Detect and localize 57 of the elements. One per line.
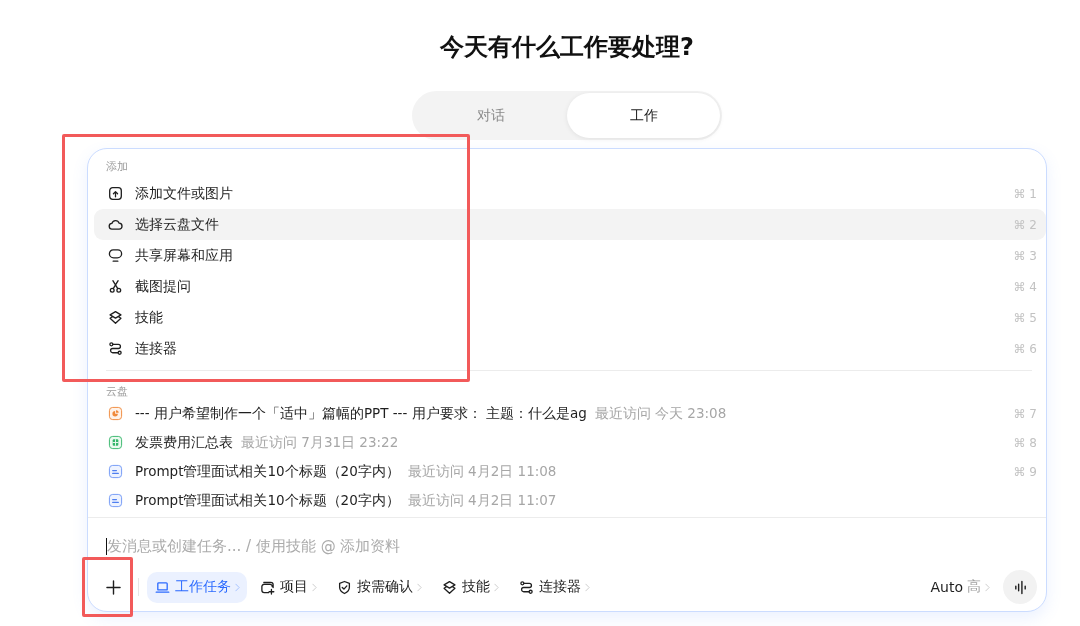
cloud-icon <box>108 217 123 232</box>
scissors-icon <box>108 279 123 294</box>
shortcut-label: ⌘ 7 <box>1013 406 1037 421</box>
last-visited-label: 最近访问 今天 23:08 <box>594 404 727 423</box>
connector-icon <box>108 341 123 356</box>
layers-icon <box>442 579 457 595</box>
last-visited-label: 最近访问 4月2日 11:08 <box>407 462 557 481</box>
shortcut-label: ⌘ 9 <box>1013 464 1037 479</box>
tool-chip[interactable]: 技能 <box>434 571 506 603</box>
presentation-file-icon <box>108 406 123 421</box>
section-label: 添加 <box>105 159 128 175</box>
last-visited-label: 最近访问 7月31日 23:22 <box>241 433 399 452</box>
menu-item[interactable]: 连接器 ⌘ 6 <box>94 333 1046 364</box>
tool-chip[interactable]: 按需确认 <box>329 571 429 603</box>
voice-button[interactable] <box>1003 570 1037 604</box>
spreadsheet-file-icon <box>108 435 123 450</box>
cloud-file-item[interactable]: 发票费用汇总表 最近访问 7月31日 23:22 ⌘ 8 <box>94 428 1046 457</box>
tool-chip[interactable]: 连接器 <box>511 571 597 603</box>
menu-item[interactable]: 添加文件或图片 ⌘ 1 <box>94 178 1046 209</box>
last-visited-label: 最近访问 4月2日 11:07 <box>407 491 557 510</box>
connector-icon <box>519 579 534 595</box>
shortcut-label: ⌘ 6 <box>1013 341 1037 356</box>
shortcut-label: ⌘ 3 <box>1013 248 1037 263</box>
document-file-icon <box>108 493 123 508</box>
upload-icon <box>108 186 123 201</box>
tab[interactable]: 工作 <box>567 93 720 138</box>
effort-label: 高 <box>967 578 981 596</box>
layers-icon <box>108 310 123 325</box>
shortcut-label: ⌘ 8 <box>1013 435 1037 450</box>
menu-item[interactable]: 技能 ⌘ 5 <box>94 302 1046 333</box>
shortcut-label: ⌘ 5 <box>1013 310 1037 325</box>
model-selector[interactable]: Auto 高 <box>930 578 990 596</box>
plus-icon <box>105 579 121 595</box>
cloud-file-item[interactable]: Prompt管理面试相关10个标题（20字内） 最近访问 4月2日 11:08 ⌘ 9 <box>94 457 1046 486</box>
chevron-icon <box>235 582 240 592</box>
chevron-icon <box>985 582 990 592</box>
chevron-icon <box>585 582 590 592</box>
cloud-file-item[interactable]: Prompt管理面试相关10个标题（20字内） 最近访问 4月2日 11:07 <box>94 486 1046 515</box>
page-title: 今天有什么工作要处理? <box>440 32 694 63</box>
shortcut-label: ⌘ 1 <box>1013 186 1037 201</box>
tool-chip[interactable]: 工作任务 <box>147 571 247 603</box>
monitor-icon <box>108 248 123 263</box>
shield-check-icon <box>337 579 352 595</box>
message-input[interactable]: 发消息或创建任务... / 使用技能 @ 添加资料 <box>106 535 1026 557</box>
document-file-icon <box>108 464 123 479</box>
cloud-file-item[interactable]: --- 用户希望制作一个「适中」篇幅的PPT --- 用户要求： 主题：什么是ag 最近访问 今天 23:08 ⌘ 7 <box>94 399 1046 428</box>
shortcut-label: ⌘ 4 <box>1013 279 1037 294</box>
tool-chip[interactable]: 项目 <box>252 571 324 603</box>
chevron-icon <box>312 582 317 592</box>
chevron-icon <box>417 582 422 592</box>
laptop-icon <box>155 579 170 595</box>
menu-item[interactable]: 共享屏幕和应用 ⌘ 3 <box>94 240 1046 271</box>
chevron-icon <box>494 582 499 592</box>
menu-item[interactable]: 截图提问 ⌘ 4 <box>94 271 1046 302</box>
window-plus-icon <box>260 579 275 595</box>
section-label: 云盘 <box>105 385 128 399</box>
voice-wave-icon <box>1012 579 1028 595</box>
